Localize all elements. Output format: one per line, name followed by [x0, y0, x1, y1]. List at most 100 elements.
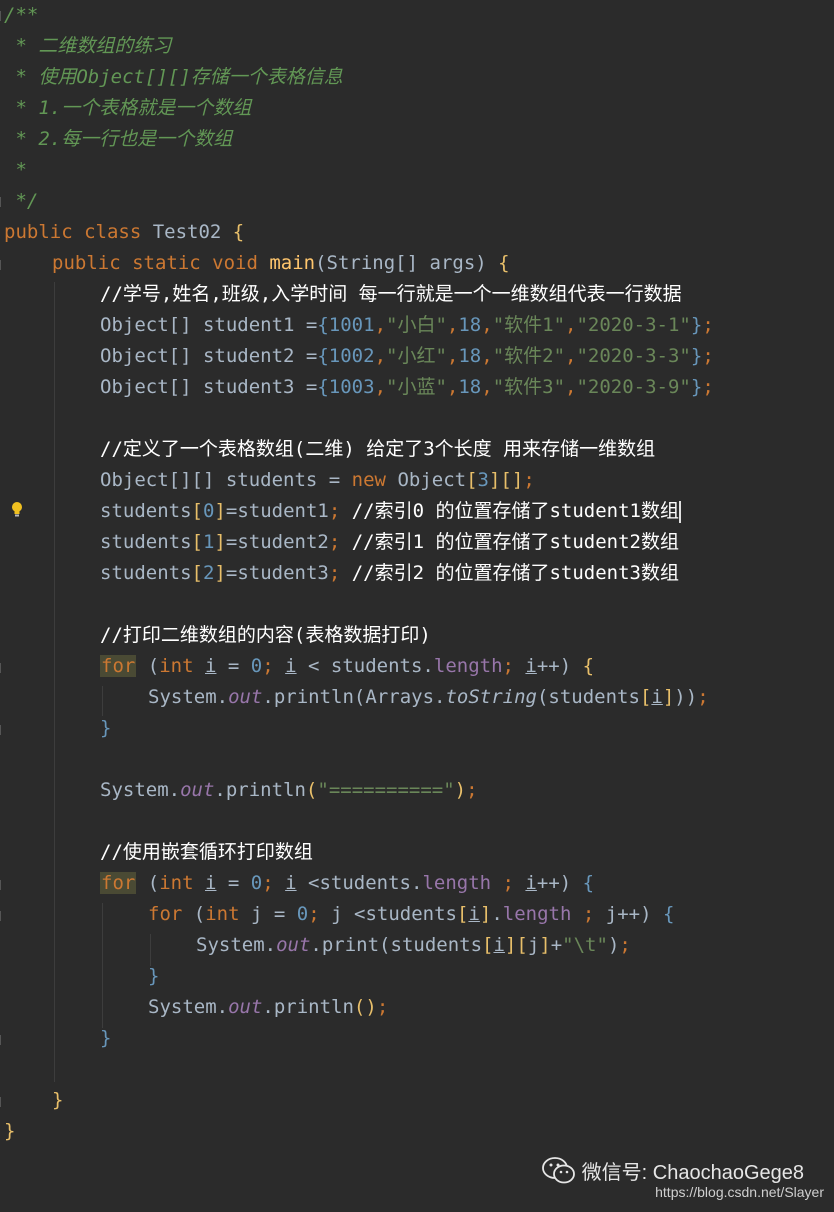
main-method-line[interactable]: public static void main(String[] args) {: [52, 248, 510, 279]
closing-brace: }: [148, 965, 160, 987]
csdn-url: https://blog.csdn.net/Slayer: [655, 1184, 824, 1200]
paren: (: [182, 903, 206, 925]
for-loop-line[interactable]: for (int i = 0; i < students.length; i++…: [100, 651, 594, 682]
line-comment[interactable]: //学号,姓名,班级,入学时间 每一行就是一个一维数组代表一行数据: [100, 279, 682, 310]
class-name: Test02: [152, 221, 222, 243]
new-keyword: new: [351, 469, 398, 491]
class-value: 18: [458, 314, 482, 336]
doc-comment-line: *: [4, 159, 27, 181]
for-keyword: for: [148, 903, 183, 925]
wechat-icon: [541, 1156, 575, 1183]
closing-brace: }: [100, 1027, 112, 1049]
arrays-class: Arrays.: [365, 686, 446, 708]
fold-marker[interactable]: [0, 1035, 5, 1045]
id-value: 1002: [328, 345, 375, 367]
date-value: "2020-3-1": [576, 314, 691, 336]
var: students: [319, 872, 411, 894]
date-value: "2020-3-9": [576, 376, 691, 398]
fold-marker[interactable]: [0, 1097, 5, 1107]
student2-declaration[interactable]: Object[] student2 ={1002,"小红",18,"软件2","…: [100, 341, 714, 372]
println-call: .println: [262, 996, 354, 1018]
zero: 0: [250, 872, 263, 894]
wechat-id-text: 微信号: ChaochaoGege8: [581, 1162, 804, 1184]
var: students: [330, 655, 423, 677]
for-keyword: for: [100, 655, 137, 677]
out-field: out: [228, 996, 263, 1018]
decl: Object[][] students =: [100, 469, 352, 491]
id-value: 1003: [328, 376, 375, 398]
line-comment[interactable]: //打印二维数组的内容(表格数据打印): [100, 620, 431, 651]
name-value: "小红": [386, 345, 447, 367]
var: students: [548, 686, 640, 708]
var: students: [100, 562, 192, 584]
fold-marker[interactable]: [0, 663, 5, 673]
int-keyword: int: [205, 903, 240, 925]
doc-comment-line: * 1.一个表格就是一个数组: [4, 97, 252, 119]
int-keyword: int: [159, 655, 194, 677]
var-i: i: [525, 872, 537, 894]
assignment-line[interactable]: students[1]=student2; //索引1 的位置存储了studen…: [100, 527, 679, 558]
index: 2: [202, 562, 215, 584]
fold-marker[interactable]: [0, 725, 5, 735]
major-value: "软件2": [492, 345, 566, 367]
var-j: j: [605, 903, 618, 925]
length-field: length: [422, 872, 492, 894]
class-value: 18: [458, 376, 482, 398]
var: students: [390, 934, 483, 956]
fold-marker[interactable]: [0, 880, 5, 890]
print-line[interactable]: System.out.print(students[i][j]+"\t");: [196, 930, 631, 961]
fold-marker[interactable]: [0, 911, 5, 921]
class-keyword: public class: [4, 221, 153, 243]
var-i: i: [493, 934, 505, 956]
class-declaration-line[interactable]: public class Test02 {: [4, 217, 244, 248]
print-call: .print: [310, 934, 380, 956]
lightbulb-icon[interactable]: [10, 501, 24, 519]
println-line[interactable]: System.out.println(Arrays.toString(stude…: [148, 682, 709, 713]
separator-println-line[interactable]: System.out.println("==========");: [100, 775, 478, 806]
inline-comment: //索引0 的位置存储了student1数组: [351, 500, 679, 522]
closing-brace: }: [100, 717, 112, 739]
indent-guide: [102, 686, 103, 716]
paren: (: [136, 655, 160, 677]
code-editor[interactable]: /** * 二维数组的练习 * 使用Object[][]存储一个表格信息 * 1…: [0, 0, 834, 1212]
class-value: 18: [458, 345, 482, 367]
system: System.: [148, 996, 229, 1018]
text-caret: [679, 500, 681, 523]
zero: 0: [250, 655, 263, 677]
separator-string: "==========": [317, 779, 455, 801]
assignment-line[interactable]: students[0]=student1; //索引0 的位置存储了studen…: [100, 496, 681, 527]
decl: Object[] student3 =: [100, 376, 318, 398]
brace: {: [221, 221, 245, 243]
var: students: [365, 903, 457, 925]
students-array-declaration[interactable]: Object[][] students = new Object[3][];: [100, 465, 535, 496]
indent-guide: [54, 282, 55, 1082]
line-comment[interactable]: //定义了一个表格数组(二维) 给定了3个长度 用来存储一维数组: [100, 434, 655, 465]
for-loop-outer-line[interactable]: for (int i = 0; i <students.length ; i++…: [100, 868, 594, 899]
student1-declaration[interactable]: Object[] student1 ={1001,"小白",18,"软件1","…: [100, 310, 714, 341]
var-i: i: [651, 686, 663, 708]
closing-brace: }: [4, 1120, 16, 1142]
method-modifiers: public static void: [52, 252, 270, 274]
doc-comment-line: * 2.每一行也是一个数组: [4, 128, 233, 150]
doc-comment-line: */: [4, 190, 39, 212]
size-value: 3: [477, 469, 489, 491]
type: Object: [397, 469, 467, 491]
method-name: main: [269, 252, 316, 274]
var-i: i: [468, 903, 480, 925]
rhs: =student2: [225, 531, 329, 553]
for-loop-inner-line[interactable]: for (int j = 0; j <students[i].length ; …: [148, 899, 674, 930]
var-i: i: [525, 655, 537, 677]
var-j: j: [331, 903, 343, 925]
inline-comment: //索引1 的位置存储了student2数组: [351, 531, 679, 553]
brace: {: [498, 252, 510, 274]
student3-declaration[interactable]: Object[] student3 ={1003,"小蓝",18,"软件3","…: [100, 372, 714, 403]
var-i: i: [205, 655, 217, 677]
assignment-line[interactable]: students[2]=student3; //索引2 的位置存储了studen…: [100, 558, 679, 589]
line-comment[interactable]: //使用嵌套循环打印数组: [100, 837, 313, 868]
fold-marker[interactable]: [0, 260, 5, 270]
println-call: .println: [262, 686, 354, 708]
index: 1: [202, 531, 215, 553]
doc-comment-line: * 使用Object[][]存储一个表格信息: [4, 66, 343, 88]
method-params: (String[] args): [315, 252, 499, 274]
println-empty-line[interactable]: System.out.println();: [148, 992, 388, 1023]
